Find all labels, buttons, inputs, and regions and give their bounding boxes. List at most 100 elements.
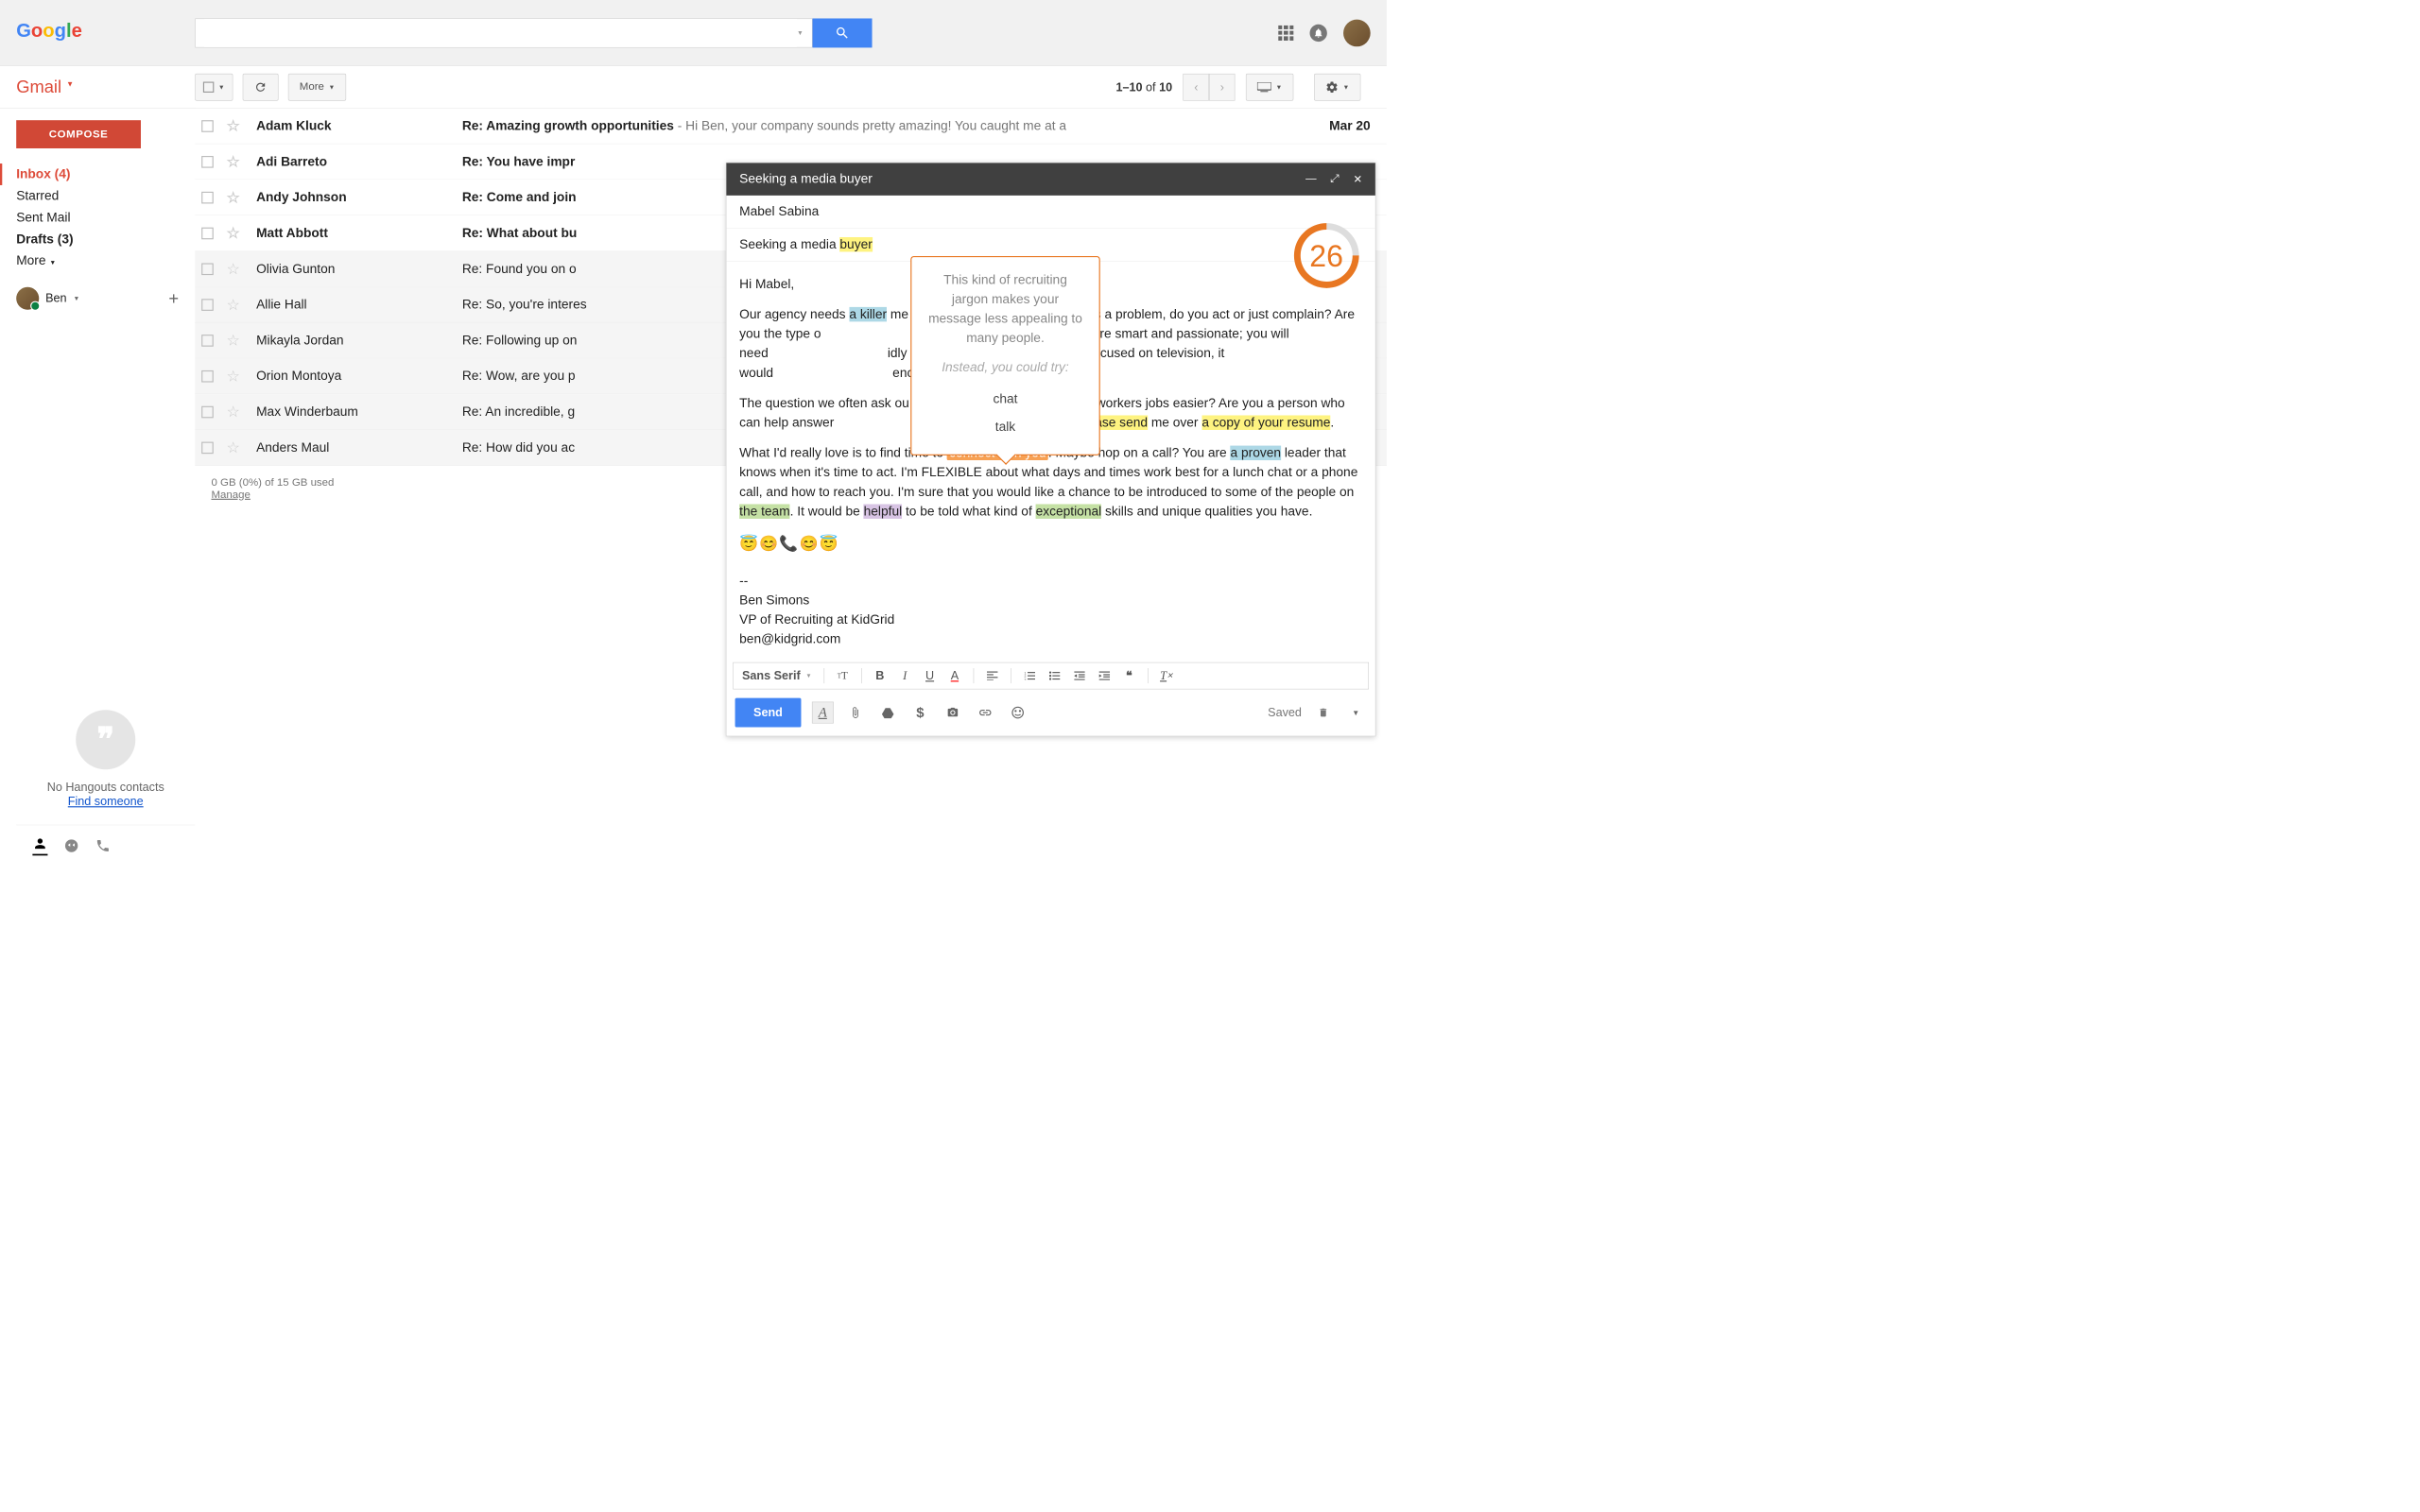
email-checkbox[interactable] xyxy=(201,335,214,347)
email-checkbox[interactable] xyxy=(201,441,214,454)
hangouts-user-chip[interactable]: Ben ▼ + xyxy=(16,287,195,310)
italic-button[interactable]: I xyxy=(898,669,911,683)
svg-text:3: 3 xyxy=(1024,678,1026,679)
apps-grid-icon[interactable] xyxy=(1278,26,1293,41)
hangouts-tabs xyxy=(16,825,195,867)
header: Google ▼ xyxy=(0,0,1387,66)
sidebar-item-drafts[interactable]: Drafts (3) xyxy=(16,229,195,250)
discard-draft-icon[interactable] xyxy=(1312,702,1334,724)
gmail-dropdown[interactable]: Gmail ▼ xyxy=(16,77,195,96)
email-checkbox[interactable] xyxy=(201,227,214,239)
toolbar-right: 1–10 of 10 ‹ › ▼ ▼ xyxy=(1115,74,1370,101)
insert-emoji-icon[interactable] xyxy=(1007,702,1028,724)
star-icon[interactable]: ☆ xyxy=(227,367,240,385)
star-icon[interactable]: ☆ xyxy=(227,438,240,456)
select-all-checkbox[interactable]: ▼ xyxy=(195,74,233,101)
star-icon[interactable]: ☆ xyxy=(227,224,240,242)
sidebar-item-inbox[interactable]: Inbox (4) xyxy=(0,163,195,185)
email-checkbox[interactable] xyxy=(201,405,214,418)
insert-drive-icon[interactable] xyxy=(877,702,899,724)
calls-tab-icon[interactable] xyxy=(95,836,111,856)
bold-button[interactable]: B xyxy=(873,669,887,683)
suggestion-tooltip: This kind of recruiting jargon makes you… xyxy=(910,256,1100,455)
tooltip-suggestion[interactable]: chat xyxy=(925,385,1086,413)
account-avatar[interactable] xyxy=(1343,19,1371,46)
email-sender: Max Winderbaum xyxy=(256,404,462,420)
expand-icon[interactable]: ⤢ xyxy=(1330,173,1339,186)
prev-page-button[interactable]: ‹ xyxy=(1184,74,1210,101)
search-button[interactable] xyxy=(813,18,873,47)
input-tools-button[interactable]: ▼ xyxy=(1246,74,1293,101)
font-family-selector[interactable]: Sans Serif▼ xyxy=(742,669,812,683)
underline-button[interactable]: U xyxy=(924,669,937,683)
search-input[interactable] xyxy=(204,19,797,47)
tooltip-suggestion[interactable]: talk xyxy=(925,413,1086,441)
hangouts-tab-icon[interactable] xyxy=(64,836,79,856)
sidebar-item-sent[interactable]: Sent Mail xyxy=(16,207,195,229)
pagination-info: 1–10 of 10 xyxy=(1115,80,1172,94)
notifications-icon[interactable] xyxy=(1310,24,1327,41)
email-subject: Re: Amazing growth opportunities - Hi Be… xyxy=(462,118,1319,133)
next-page-button[interactable]: › xyxy=(1209,74,1236,101)
pagination-nav: ‹ › xyxy=(1184,74,1236,101)
manage-storage-link[interactable]: Manage xyxy=(211,489,250,501)
email-sender: Orion Montoya xyxy=(256,369,462,384)
google-logo[interactable]: Google xyxy=(16,17,195,49)
star-icon[interactable]: ☆ xyxy=(227,332,240,350)
formatting-toggle-icon[interactable]: A xyxy=(812,702,834,724)
sidebar-item-more[interactable]: More ▼ xyxy=(16,250,195,272)
star-icon[interactable]: ☆ xyxy=(227,188,240,206)
compose-button[interactable]: COMPOSE xyxy=(16,120,141,148)
email-row[interactable]: ☆ Adam Kluck Re: Amazing growth opportun… xyxy=(195,109,1387,145)
quote-button[interactable]: ❝ xyxy=(1123,669,1136,683)
search-options-dropdown[interactable]: ▼ xyxy=(797,29,804,37)
compose-to-field[interactable]: Mabel Sabina xyxy=(726,196,1374,229)
find-someone-link[interactable]: Find someone xyxy=(32,795,179,809)
star-icon[interactable]: ☆ xyxy=(227,153,240,171)
email-checkbox[interactable] xyxy=(201,192,214,204)
font-size-button[interactable]: TT xyxy=(836,670,849,682)
refresh-button[interactable] xyxy=(243,74,279,101)
tooltip-try-label: Instead, you could try: xyxy=(925,358,1086,378)
compose-body[interactable]: Hi Mabel, Our agency needs a killer me e… xyxy=(726,262,1374,662)
compose-header[interactable]: Seeking a media buyer — ⤢ ✕ xyxy=(726,163,1374,195)
star-icon[interactable]: ☆ xyxy=(227,260,240,278)
email-checkbox[interactable] xyxy=(201,120,214,132)
remove-formatting-button[interactable]: T✕ xyxy=(1160,669,1173,683)
signature: -- Ben Simons VP of Recruiting at KidGri… xyxy=(739,572,1362,650)
send-button[interactable]: Send xyxy=(735,698,802,728)
insert-photo-icon[interactable] xyxy=(942,702,963,724)
sidebar: COMPOSE Inbox (4) Starred Sent Mail Draf… xyxy=(0,109,195,867)
close-icon[interactable]: ✕ xyxy=(1353,173,1362,186)
star-icon[interactable]: ☆ xyxy=(227,117,240,135)
contacts-tab-icon[interactable] xyxy=(32,836,47,856)
minimize-icon[interactable]: — xyxy=(1305,173,1316,186)
new-hangout-button[interactable]: + xyxy=(168,288,179,308)
insert-money-icon[interactable]: $ xyxy=(909,702,931,724)
search-box: ▼ xyxy=(195,18,812,47)
star-icon[interactable]: ☆ xyxy=(227,296,240,314)
email-date: Mar 20 xyxy=(1329,118,1371,133)
email-checkbox[interactable] xyxy=(201,263,214,275)
align-button[interactable] xyxy=(986,672,999,680)
insert-link-icon[interactable] xyxy=(975,702,996,724)
bullet-list-button[interactable] xyxy=(1047,672,1061,680)
attach-file-icon[interactable] xyxy=(844,702,866,724)
email-checkbox[interactable] xyxy=(201,370,214,383)
numbered-list-button[interactable]: 123 xyxy=(1023,672,1036,680)
indent-more-button[interactable] xyxy=(1098,672,1111,680)
more-button[interactable]: More ▼ xyxy=(288,74,347,101)
email-checkbox[interactable] xyxy=(201,156,214,168)
settings-button[interactable]: ▼ xyxy=(1314,74,1360,101)
hangouts-icon: ❞ xyxy=(76,710,135,769)
star-icon[interactable]: ☆ xyxy=(227,403,240,421)
more-options-icon[interactable]: ▼ xyxy=(1345,702,1367,724)
email-checkbox[interactable] xyxy=(201,299,214,311)
emoji-row: 😇😊📞😊😇 xyxy=(739,532,1362,555)
indent-less-button[interactable] xyxy=(1073,672,1086,680)
sidebar-item-starred[interactable]: Starred xyxy=(16,185,195,207)
text-color-button[interactable]: A xyxy=(948,669,961,683)
header-actions xyxy=(1278,19,1370,46)
saved-indicator: Saved xyxy=(1268,706,1302,720)
email-sender: Andy Johnson xyxy=(256,190,462,205)
